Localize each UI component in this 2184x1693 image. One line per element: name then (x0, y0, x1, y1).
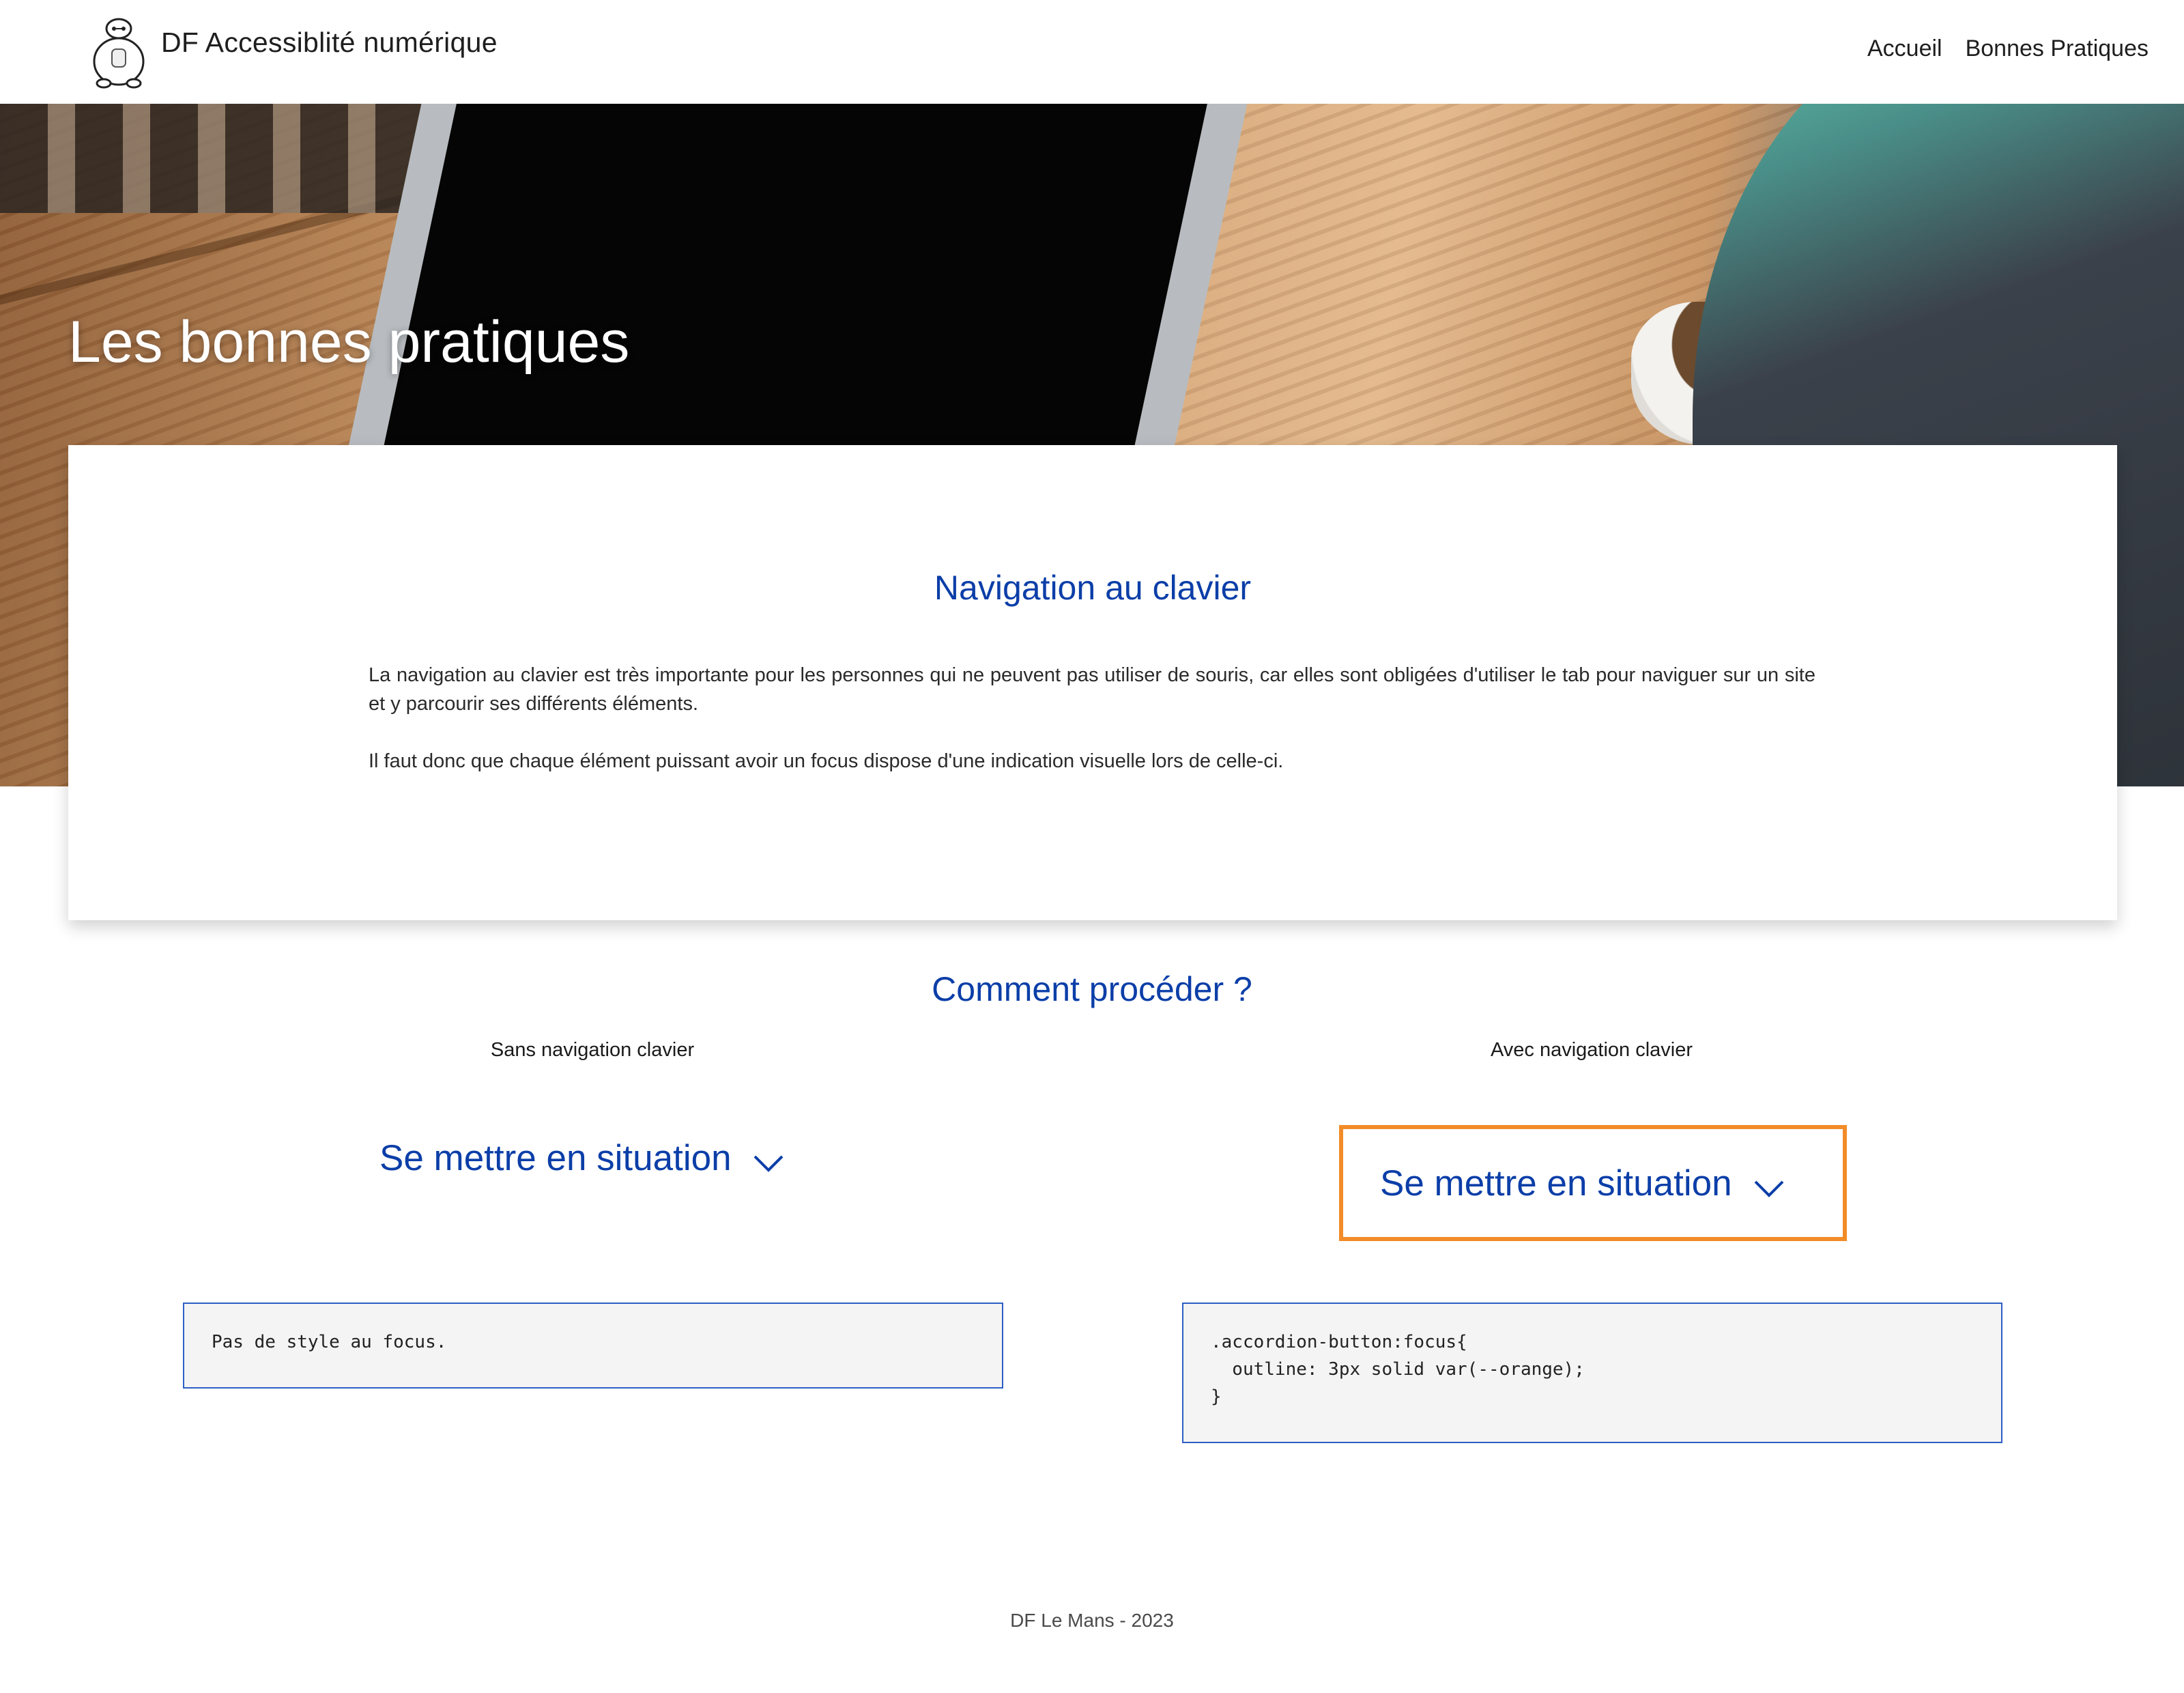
howto-heading: Comment procéder ? (932, 970, 1252, 1008)
accordion-button-with-focus[interactable]: Se mettre en situation (1339, 1125, 1847, 1241)
code-block-with-focus: .accordion-button:focus{ outline: 3px so… (1182, 1303, 2002, 1443)
code-block-without-focus: Pas de style au focus. (183, 1303, 1003, 1389)
home-brand-link[interactable]: DF Accessiblité numérique (87, 15, 498, 89)
label-sans-navigation: Sans navigation clavier (490, 1039, 695, 1061)
chevron-down-icon (753, 1155, 783, 1172)
accordion-button-label: Se mettre en situation (1380, 1163, 1732, 1204)
hero-background-chairs (0, 104, 437, 213)
intro-heading: Navigation au clavier (934, 569, 1252, 607)
chevron-down-icon (1754, 1180, 1783, 1197)
site-title: DF Accessiblité numérique (161, 26, 498, 58)
code-snippet: Pas de style au focus. (212, 1332, 447, 1352)
code-snippet: .accordion-button:focus{ outline: 3px so… (1211, 1332, 1585, 1407)
robot-mascot-icon (93, 18, 145, 89)
label-avec-navigation: Avec navigation clavier (1490, 1039, 1693, 1061)
accordion-button-label: Se mettre en situation (379, 1137, 732, 1178)
accordion-button-without-focus[interactable]: Se mettre en situation (379, 1113, 785, 1203)
page-title: Les bonnes pratiques (68, 309, 630, 375)
intro-paragraph-2: Il faut donc que chaque élément puissant… (369, 750, 1284, 772)
site-header: DF Accessiblité numérique Accueil Bonnes… (0, 0, 2184, 104)
hero-laptop-screen (372, 104, 1225, 500)
nav-link-bonnes-pratiques[interactable]: Bonnes Pratiques (1966, 35, 2149, 62)
intro-paragraph-1: La navigation au clavier est très import… (369, 664, 1815, 715)
main-nav: Accueil Bonnes Pratiques (1867, 35, 2149, 62)
intro-card: Navigation au clavier La navigation au c… (68, 445, 2117, 920)
site-footer: DF Le Mans - 2023 (0, 1610, 2184, 1632)
footer-text: DF Le Mans - 2023 (1010, 1610, 1174, 1631)
nav-link-accueil[interactable]: Accueil (1867, 35, 1942, 62)
